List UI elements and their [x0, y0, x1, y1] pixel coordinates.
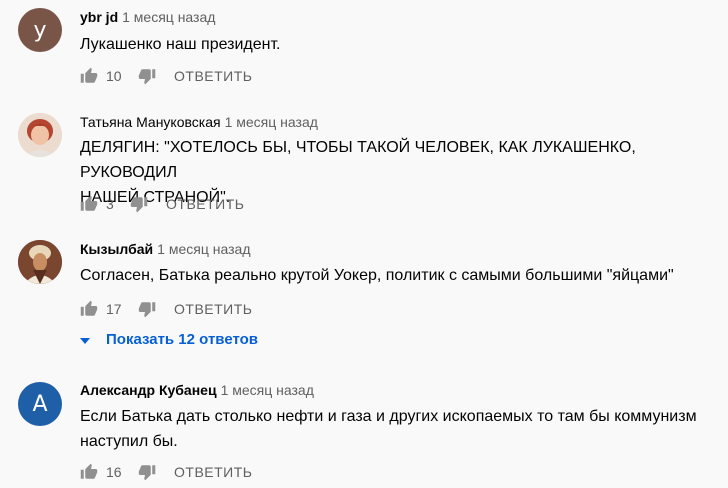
- comment-text-line: Если Батька дать столько нефти и газа и …: [80, 408, 697, 425]
- avatar-photo: [18, 113, 62, 157]
- reply-button[interactable]: ОТВЕТИТЬ: [174, 68, 252, 84]
- thumb-down-icon[interactable]: [130, 195, 148, 213]
- comment-date[interactable]: 1 месяц назад: [221, 382, 314, 398]
- reply-button[interactable]: ОТВЕТИТЬ: [174, 464, 252, 480]
- comments-section: y ybr jd 1 месяц назад Лукашенко наш през…: [0, 0, 728, 488]
- comment-text-line: наступил бы.: [80, 433, 178, 450]
- avatar-letter: y: [33, 17, 47, 43]
- thumb-down-icon[interactable]: [138, 67, 156, 85]
- avatar-photo: [18, 240, 62, 284]
- like-count: 3: [106, 196, 114, 212]
- thumb-down-icon[interactable]: [138, 300, 156, 318]
- chevron-down-icon: [80, 331, 90, 348]
- comment-text-line: Согласен, Батька реально крутой Уокер, п…: [80, 267, 674, 284]
- author-name[interactable]: Александр Кубанец: [80, 382, 217, 398]
- thumb-up-icon[interactable]: [80, 67, 98, 85]
- avatar[interactable]: [18, 240, 62, 284]
- reply-button[interactable]: ОТВЕТИТЬ: [166, 196, 244, 212]
- comment-actions: 16 ОТВЕТИТЬ: [80, 462, 252, 482]
- comment-date[interactable]: 1 месяц назад: [122, 9, 215, 25]
- comment-text-line: Лукашенко наш президент.: [80, 36, 281, 53]
- author-name[interactable]: Кызылбай: [80, 241, 153, 257]
- comment-actions: 10 ОТВЕТИТЬ: [80, 66, 252, 86]
- comment-actions: 17 ОТВЕТИТЬ: [80, 299, 252, 319]
- thumb-up-icon[interactable]: [80, 463, 98, 481]
- comment-date[interactable]: 1 месяц назад: [225, 114, 318, 130]
- avatar[interactable]: A: [18, 382, 62, 426]
- thumb-down-icon[interactable]: [138, 463, 156, 481]
- like-count: 17: [106, 301, 122, 317]
- reply-button[interactable]: ОТВЕТИТЬ: [174, 301, 252, 317]
- avatar[interactable]: [18, 113, 62, 157]
- avatar[interactable]: y: [18, 8, 62, 52]
- like-count: 10: [106, 68, 122, 84]
- comment-text-line: ДЕЛЯГИН: "ХОТЕЛОСЬ БЫ, ЧТОБЫ ТАКОЙ ЧЕЛОВ…: [80, 139, 636, 181]
- thumb-up-icon[interactable]: [80, 195, 98, 213]
- avatar-letter: A: [32, 391, 48, 417]
- comment-actions: 3 ОТВЕТИТЬ: [80, 194, 244, 214]
- show-replies-label: Показать 12 ответов: [106, 331, 258, 348]
- thumb-up-icon[interactable]: [80, 300, 98, 318]
- comment-date[interactable]: 1 месяц назад: [157, 241, 250, 257]
- author-name[interactable]: Татьяна Мануковская: [80, 114, 221, 130]
- show-replies-button[interactable]: Показать 12 ответов: [80, 331, 258, 348]
- author-name[interactable]: ybr jd: [80, 9, 118, 25]
- like-count: 16: [106, 464, 122, 480]
